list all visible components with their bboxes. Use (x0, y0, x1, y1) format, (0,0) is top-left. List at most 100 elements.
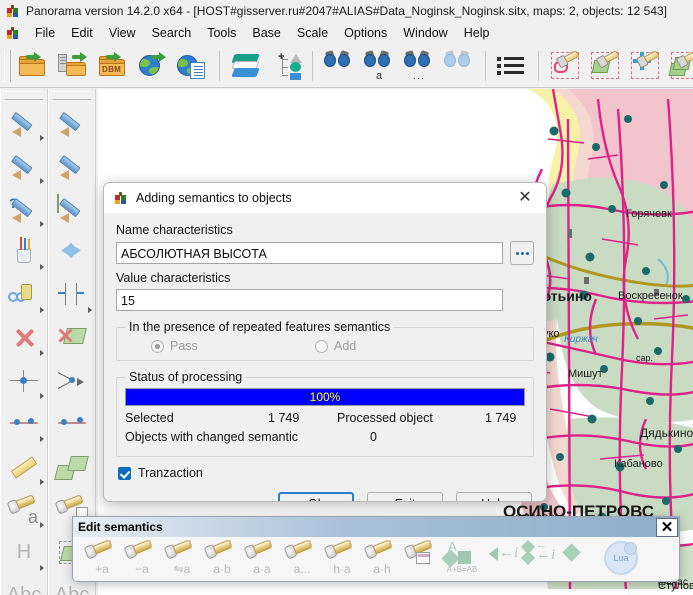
smooth-curve-icon[interactable] (49, 402, 95, 445)
radio-pass-label: Pass (170, 339, 198, 353)
delete-object-icon[interactable] (49, 316, 95, 359)
panorama-app-icon (6, 4, 20, 18)
search-disabled-icon[interactable] (439, 47, 479, 85)
search-more-icon[interactable]: ... (399, 47, 439, 85)
object-to-index-icon[interactable]: ← ←i (519, 539, 559, 581)
pencil-shape-icon[interactable] (49, 187, 95, 230)
flashlight-a-icon[interactable]: a (1, 488, 47, 531)
radio-pass[interactable]: Pass (125, 339, 315, 353)
scissors-spool-icon[interactable] (1, 273, 47, 316)
menu-item-options[interactable]: Options (337, 24, 394, 42)
concat-semantic-icon[interactable]: A A+B=AB (439, 539, 479, 581)
more-semantic-icon[interactable]: a... (279, 539, 319, 581)
open-dbm-icon[interactable]: DBM (93, 47, 133, 85)
move-node-icon[interactable] (1, 359, 47, 402)
height-h-icon[interactable]: H (1, 531, 47, 574)
append-semantic-label: a·a (253, 562, 271, 576)
lua-script-icon[interactable]: Lua (599, 540, 643, 581)
pencil-check-icon[interactable] (49, 101, 95, 144)
list-icon[interactable] (492, 47, 532, 85)
svg-text:сар.: сар. (636, 353, 653, 363)
align-nodes-icon[interactable] (49, 273, 95, 316)
sidebar-grip-2[interactable] (53, 91, 91, 100)
menu-item-file[interactable]: File (28, 24, 62, 42)
delete-cross-icon[interactable] (1, 316, 47, 359)
open-folder-icon[interactable] (13, 47, 53, 85)
select-group-icon[interactable] (665, 47, 693, 85)
svg-text:Кабаново: Кабаново (614, 458, 663, 470)
sidebar-grip-1[interactable] (5, 91, 43, 100)
toolbar-separator-4 (538, 50, 539, 81)
transaction-label: Tranzaction (138, 466, 203, 480)
ok-button[interactable]: Ok (278, 492, 354, 501)
pencil-create-icon[interactable] (1, 101, 47, 144)
layers-icon[interactable] (226, 47, 266, 85)
panorama-menu-icon[interactable] (6, 26, 20, 40)
menu-item-help[interactable]: Help (457, 24, 497, 42)
menu-item-edit[interactable]: Edit (64, 24, 100, 42)
menu-item-view[interactable]: View (102, 24, 143, 42)
replace-semantic-icon[interactable]: ⇋a (159, 539, 199, 581)
copy-semantic-label: a·b (213, 562, 231, 576)
search-by-name-icon[interactable]: a (359, 47, 399, 85)
edit-semantics-titlebar[interactable]: Edit semantics ✕ (73, 517, 679, 537)
split-object-icon[interactable] (49, 359, 95, 402)
menu-item-window[interactable]: Window (396, 24, 454, 42)
copy-shape-icon[interactable] (49, 445, 95, 488)
move-arrows-icon[interactable] (49, 230, 95, 273)
svg-text:Горячевк: Горячевк (626, 208, 672, 220)
dialog-titlebar: Adding semantics to objects ✕ (104, 183, 546, 213)
transaction-checkbox[interactable]: Tranzaction (118, 466, 534, 480)
text-to-object-icon[interactable]: ←i (479, 540, 519, 581)
spline-edit-icon[interactable] (1, 402, 47, 445)
append-semantic-icon[interactable]: a·a (239, 539, 279, 581)
browse-button[interactable] (510, 241, 534, 265)
edit-semantics-buttons: +a −a ⇋a a·b a·a a... h·a a·h A A+B=AB ←… (73, 537, 679, 581)
menu-item-tools[interactable]: Tools (200, 24, 243, 42)
search-binoculars-icon[interactable] (319, 47, 359, 85)
pencil-nodes-icon[interactable] (49, 144, 95, 187)
toolbar-separator-3 (485, 50, 486, 81)
select-object-icon[interactable] (585, 47, 625, 85)
name-characteristics-input[interactable]: АБСОЛЮТНАЯ ВЫСОТА (116, 242, 503, 264)
menu-item-base[interactable]: Base (245, 24, 288, 42)
object-tree-icon[interactable]: + (266, 47, 306, 85)
value-characteristics-input[interactable]: 15 (116, 289, 503, 311)
pencil-hatch-icon[interactable] (1, 144, 47, 187)
height-to-semantic-icon[interactable]: h·a (319, 539, 359, 581)
node-to-index-icon[interactable] (559, 540, 599, 581)
semantic-table-icon[interactable] (399, 539, 439, 581)
radio-add[interactable]: Add (315, 339, 356, 353)
open-report-icon[interactable] (173, 47, 213, 85)
toolbar-grip[interactable] (4, 49, 11, 82)
ruler-measure-icon[interactable] (1, 445, 47, 488)
select-area-icon[interactable] (545, 47, 585, 85)
remove-semantic-icon[interactable]: −a (119, 539, 159, 581)
status-of-processing-group: Status of processing 100% Selected 1 749… (116, 370, 534, 457)
close-icon[interactable]: ✕ (510, 186, 540, 210)
pencil-question-icon[interactable]: ? (1, 187, 47, 230)
panorama-app-icon (114, 191, 128, 205)
close-icon[interactable]: ✕ (656, 517, 678, 537)
help-button[interactable]: Help (456, 492, 532, 501)
open-globe-icon[interactable] (133, 47, 173, 85)
window-title: Panorama version 14.2.0 x64 - [HOST#giss… (26, 4, 668, 18)
copy-semantic-icon[interactable]: a·b (199, 539, 239, 581)
text-abc-label: Abc (6, 584, 42, 595)
menu-item-scale[interactable]: Scale (290, 24, 335, 42)
add-semantic-icon[interactable]: +a (79, 539, 119, 581)
edit-semantics-panel: Edit semantics ✕ +a −a ⇋a a·b a·a a... h… (72, 516, 680, 582)
toolbar-separator-1 (219, 50, 220, 81)
name-characteristics-row: АБСОЛЮТНАЯ ВЫСОТА (116, 241, 534, 265)
text-abc-icon[interactable]: Abc (1, 574, 47, 595)
selected-value: 1 749 (268, 411, 300, 425)
open-from-server-icon[interactable] (53, 47, 93, 85)
value-characteristics-row: 15 (116, 289, 534, 311)
brush-jar-icon[interactable] (1, 230, 47, 273)
exit-button[interactable]: Exit (367, 492, 443, 501)
changed-label: Objects with changed semantic (125, 430, 299, 444)
add-selection-icon[interactable] (625, 47, 665, 85)
menu-item-search[interactable]: Search (145, 24, 199, 42)
semantic-to-height-icon[interactable]: a·h (359, 539, 399, 581)
edit-semantics-title: Edit semantics (78, 520, 163, 534)
